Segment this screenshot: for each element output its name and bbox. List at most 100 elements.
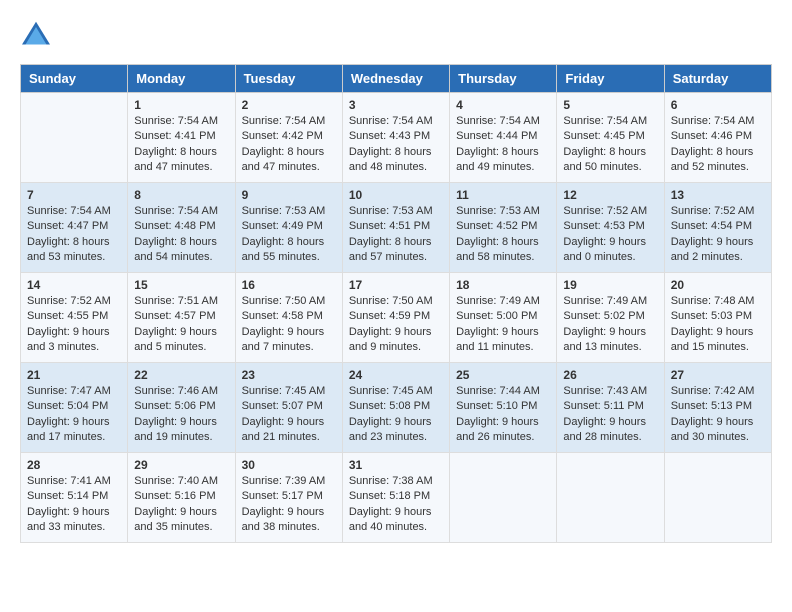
calendar-cell [557, 453, 664, 543]
cell-sun-info: Sunrise: 7:54 AMSunset: 4:47 PMDaylight:… [27, 204, 121, 266]
weekday-header-sunday: Sunday [21, 65, 128, 93]
weekday-row: SundayMondayTuesdayWednesdayThursdayFrid… [21, 65, 772, 93]
cell-sun-info: Sunrise: 7:54 AMSunset: 4:48 PMDaylight:… [134, 204, 228, 266]
day-number: 8 [134, 188, 228, 202]
calendar-cell: 8 Sunrise: 7:54 AMSunset: 4:48 PMDaylight… [128, 183, 235, 273]
calendar-cell [21, 93, 128, 183]
calendar-cell: 24 Sunrise: 7:45 AMSunset: 5:08 PMDayligh… [342, 363, 449, 453]
weekday-header-saturday: Saturday [664, 65, 771, 93]
calendar-cell: 18 Sunrise: 7:49 AMSunset: 5:00 PMDayligh… [450, 273, 557, 363]
day-number: 21 [27, 368, 121, 382]
weekday-header-thursday: Thursday [450, 65, 557, 93]
day-number: 1 [134, 98, 228, 112]
cell-sun-info: Sunrise: 7:43 AMSunset: 5:11 PMDaylight:… [563, 384, 657, 446]
calendar-cell: 11 Sunrise: 7:53 AMSunset: 4:52 PMDayligh… [450, 183, 557, 273]
cell-sun-info: Sunrise: 7:54 AMSunset: 4:44 PMDaylight:… [456, 114, 550, 176]
cell-sun-info: Sunrise: 7:54 AMSunset: 4:43 PMDaylight:… [349, 114, 443, 176]
day-number: 15 [134, 278, 228, 292]
cell-sun-info: Sunrise: 7:52 AMSunset: 4:55 PMDaylight:… [27, 294, 121, 356]
day-number: 27 [671, 368, 765, 382]
cell-sun-info: Sunrise: 7:38 AMSunset: 5:18 PMDaylight:… [349, 474, 443, 536]
calendar-cell: 16 Sunrise: 7:50 AMSunset: 4:58 PMDayligh… [235, 273, 342, 363]
calendar-cell [664, 453, 771, 543]
cell-sun-info: Sunrise: 7:54 AMSunset: 4:42 PMDaylight:… [242, 114, 336, 176]
calendar-cell: 6Sunrise: 7:54 AMSunset: 4:46 PMDaylight… [664, 93, 771, 183]
cell-sun-info: Sunrise: 7:47 AMSunset: 5:04 PMDaylight:… [27, 384, 121, 446]
weekday-header-friday: Friday [557, 65, 664, 93]
calendar-cell: 5 Sunrise: 7:54 AMSunset: 4:45 PMDaylight… [557, 93, 664, 183]
cell-sun-info: Sunrise: 7:49 AMSunset: 5:02 PMDaylight:… [563, 294, 657, 356]
day-number: 25 [456, 368, 550, 382]
cell-sun-info: Sunrise: 7:48 AMSunset: 5:03 PMDaylight:… [671, 294, 765, 356]
day-number: 5 [563, 98, 657, 112]
calendar-cell: 21 Sunrise: 7:47 AMSunset: 5:04 PMDayligh… [21, 363, 128, 453]
cell-sun-info: Sunrise: 7:44 AMSunset: 5:10 PMDaylight:… [456, 384, 550, 446]
cell-sun-info: Sunrise: 7:54 AMSunset: 4:46 PMDaylight:… [671, 114, 765, 176]
calendar-cell: 20 Sunrise: 7:48 AMSunset: 5:03 PMDayligh… [664, 273, 771, 363]
calendar-cell: 9Sunrise: 7:53 AMSunset: 4:49 PMDaylight… [235, 183, 342, 273]
day-number: 2 [242, 98, 336, 112]
day-number: 12 [563, 188, 657, 202]
calendar-cell: 14 Sunrise: 7:52 AMSunset: 4:55 PMDayligh… [21, 273, 128, 363]
day-number: 23 [242, 368, 336, 382]
logo [20, 20, 56, 48]
day-number: 13 [671, 188, 765, 202]
day-number: 18 [456, 278, 550, 292]
day-number: 20 [671, 278, 765, 292]
cell-sun-info: Sunrise: 7:52 AMSunset: 4:54 PMDaylight:… [671, 204, 765, 266]
day-number: 29 [134, 458, 228, 472]
calendar-table: SundayMondayTuesdayWednesdayThursdayFrid… [20, 64, 772, 543]
cell-sun-info: Sunrise: 7:54 AMSunset: 4:45 PMDaylight:… [563, 114, 657, 176]
calendar-week-2: 7 Sunrise: 7:54 AMSunset: 4:47 PMDaylight… [21, 183, 772, 273]
calendar-cell: 13 Sunrise: 7:52 AMSunset: 4:54 PMDayligh… [664, 183, 771, 273]
day-number: 30 [242, 458, 336, 472]
calendar-cell: 30 Sunrise: 7:39 AMSunset: 5:17 PMDayligh… [235, 453, 342, 543]
calendar-cell: 17Sunrise: 7:50 AMSunset: 4:59 PMDayligh… [342, 273, 449, 363]
cell-sun-info: Sunrise: 7:49 AMSunset: 5:00 PMDaylight:… [456, 294, 550, 356]
calendar-header: SundayMondayTuesdayWednesdayThursdayFrid… [21, 65, 772, 93]
day-number: 24 [349, 368, 443, 382]
day-number: 4 [456, 98, 550, 112]
cell-sun-info: Sunrise: 7:53 AMSunset: 4:51 PMDaylight:… [349, 204, 443, 266]
calendar-cell: 2 Sunrise: 7:54 AMSunset: 4:42 PMDaylight… [235, 93, 342, 183]
day-number: 3 [349, 98, 443, 112]
calendar-cell: 29Sunrise: 7:40 AMSunset: 5:16 PMDayligh… [128, 453, 235, 543]
calendar-week-4: 21 Sunrise: 7:47 AMSunset: 5:04 PMDayligh… [21, 363, 772, 453]
calendar-cell: 19 Sunrise: 7:49 AMSunset: 5:02 PMDayligh… [557, 273, 664, 363]
calendar-week-5: 28Sunrise: 7:41 AMSunset: 5:14 PMDayligh… [21, 453, 772, 543]
calendar-cell: 10 Sunrise: 7:53 AMSunset: 4:51 PMDayligh… [342, 183, 449, 273]
day-number: 7 [27, 188, 121, 202]
calendar-cell: 12 Sunrise: 7:52 AMSunset: 4:53 PMDayligh… [557, 183, 664, 273]
calendar-body: 1Sunrise: 7:54 AMSunset: 4:41 PMDaylight… [21, 93, 772, 543]
weekday-header-wednesday: Wednesday [342, 65, 449, 93]
calendar-cell: 23 Sunrise: 7:45 AMSunset: 5:07 PMDayligh… [235, 363, 342, 453]
cell-sun-info: Sunrise: 7:39 AMSunset: 5:17 PMDaylight:… [242, 474, 336, 536]
day-number: 16 [242, 278, 336, 292]
calendar-cell: 25 Sunrise: 7:44 AMSunset: 5:10 PMDayligh… [450, 363, 557, 453]
calendar-cell: 27 Sunrise: 7:42 AMSunset: 5:13 PMDayligh… [664, 363, 771, 453]
calendar-week-1: 1Sunrise: 7:54 AMSunset: 4:41 PMDaylight… [21, 93, 772, 183]
cell-sun-info: Sunrise: 7:46 AMSunset: 5:06 PMDaylight:… [134, 384, 228, 446]
page-header [20, 20, 772, 48]
calendar-cell: 7 Sunrise: 7:54 AMSunset: 4:47 PMDaylight… [21, 183, 128, 273]
cell-sun-info: Sunrise: 7:42 AMSunset: 5:13 PMDaylight:… [671, 384, 765, 446]
cell-sun-info: Sunrise: 7:50 AMSunset: 4:58 PMDaylight:… [242, 294, 336, 356]
day-number: 31 [349, 458, 443, 472]
calendar-cell: 3 Sunrise: 7:54 AMSunset: 4:43 PMDaylight… [342, 93, 449, 183]
calendar-cell: 28Sunrise: 7:41 AMSunset: 5:14 PMDayligh… [21, 453, 128, 543]
cell-sun-info: Sunrise: 7:45 AMSunset: 5:08 PMDaylight:… [349, 384, 443, 446]
cell-sun-info: Sunrise: 7:53 AMSunset: 4:52 PMDaylight:… [456, 204, 550, 266]
day-number: 11 [456, 188, 550, 202]
cell-sun-info: Sunrise: 7:45 AMSunset: 5:07 PMDaylight:… [242, 384, 336, 446]
day-number: 26 [563, 368, 657, 382]
logo-icon [20, 20, 52, 48]
day-number: 10 [349, 188, 443, 202]
cell-sun-info: Sunrise: 7:52 AMSunset: 4:53 PMDaylight:… [563, 204, 657, 266]
weekday-header-monday: Monday [128, 65, 235, 93]
day-number: 28 [27, 458, 121, 472]
calendar-cell: 1Sunrise: 7:54 AMSunset: 4:41 PMDaylight… [128, 93, 235, 183]
calendar-cell: 22Sunrise: 7:46 AMSunset: 5:06 PMDayligh… [128, 363, 235, 453]
day-number: 14 [27, 278, 121, 292]
calendar-cell: 15Sunrise: 7:51 AMSunset: 4:57 PMDayligh… [128, 273, 235, 363]
day-number: 19 [563, 278, 657, 292]
